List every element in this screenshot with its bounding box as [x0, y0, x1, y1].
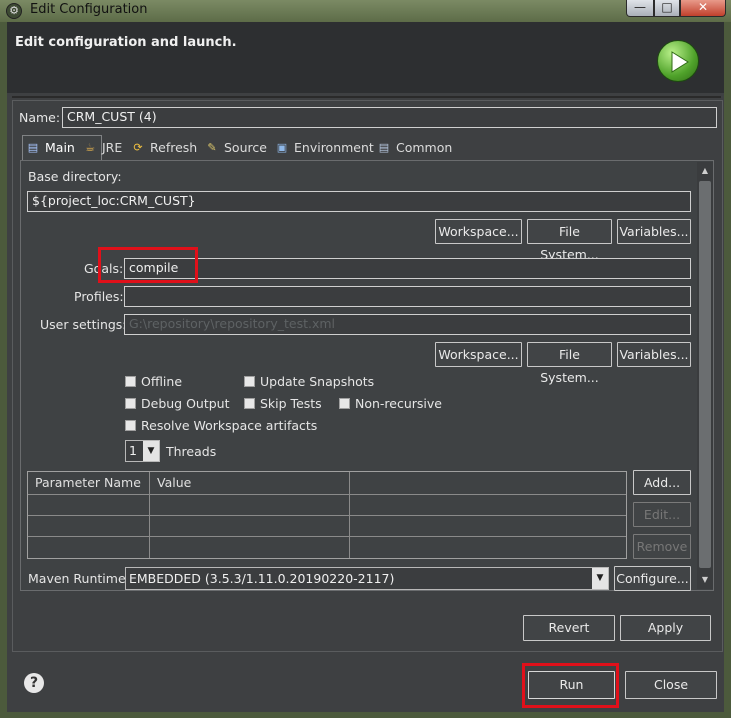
table-cell[interactable]: [150, 537, 350, 558]
table-cell[interactable]: [150, 516, 350, 537]
close-window-button[interactable]: ✕: [680, 0, 726, 17]
tab-label: JRE: [102, 140, 123, 155]
scroll-down-arrow-icon[interactable]: ▼: [699, 573, 711, 587]
name-input[interactable]: CRM_CUST (4): [62, 107, 717, 128]
apply-button[interactable]: Apply: [620, 615, 711, 641]
workspace-button-2[interactable]: Workspace...: [435, 342, 522, 367]
base-directory-input[interactable]: ${project_loc:CRM_CUST}: [27, 191, 691, 212]
table-cell[interactable]: [28, 537, 150, 558]
tab-label: Environment: [294, 140, 374, 155]
window-title: Edit Configuration: [30, 2, 148, 17]
workspace-button[interactable]: Workspace...: [435, 219, 522, 244]
scrollbar-thumb[interactable]: [699, 181, 711, 568]
threads-label: Threads: [166, 444, 217, 459]
edit-parameter-button[interactable]: Edit...: [633, 502, 691, 527]
skip-tests-checkbox[interactable]: [244, 398, 255, 409]
threads-select[interactable]: 1 ▼: [125, 440, 160, 462]
variables-button[interactable]: Variables...: [617, 219, 691, 244]
refresh-tab-icon: ⟳: [133, 141, 143, 154]
name-label: Name:: [19, 110, 61, 125]
column-header-empty: [350, 472, 626, 495]
maven-runtime-label: Maven Runtime:: [28, 571, 130, 586]
threads-value: 1: [129, 443, 137, 458]
tab-strip: ▤ Main ☕ JRE ⟳ Refresh ✎ Source ▣ Enviro…: [20, 135, 720, 160]
table-cell[interactable]: [350, 516, 626, 537]
user-settings-label: User settings:: [40, 317, 127, 332]
table-cell[interactable]: [350, 537, 626, 558]
column-header-parameter-name[interactable]: Parameter Name: [28, 472, 150, 495]
skip-tests-label: Skip Tests: [260, 396, 322, 411]
add-parameter-button[interactable]: Add...: [633, 470, 691, 495]
maven-runtime-select[interactable]: EMBEDDED (3.5.3/1.11.0.20190220-2117) ▼: [125, 567, 609, 590]
profiles-label: Profiles:: [74, 289, 124, 304]
debug-output-checkbox[interactable]: [125, 398, 136, 409]
run-play-icon: [657, 40, 699, 82]
chevron-down-icon[interactable]: ▼: [592, 568, 608, 589]
close-button[interactable]: Close: [625, 671, 717, 699]
maven-runtime-value: EMBEDDED (3.5.3/1.11.0.20190220-2117): [129, 571, 395, 586]
configure-button[interactable]: Configure...: [614, 566, 691, 591]
debug-output-label: Debug Output: [141, 396, 230, 411]
parameters-table[interactable]: Parameter Name Value: [27, 471, 627, 559]
tab-label: Source: [224, 140, 267, 155]
offline-checkbox[interactable]: [125, 376, 136, 387]
tab-environment[interactable]: ▣ Environment: [272, 136, 374, 160]
common-tab-icon: ▤: [378, 141, 390, 154]
update-snapshots-checkbox[interactable]: [244, 376, 255, 387]
environment-tab-icon: ▣: [276, 141, 288, 154]
tab-label: Refresh: [150, 140, 198, 155]
scroll-up-arrow-icon[interactable]: ▲: [699, 164, 711, 178]
file-system-button-2[interactable]: File System...: [527, 342, 612, 385]
column-header-value[interactable]: Value: [150, 472, 350, 495]
remove-parameter-button[interactable]: Remove: [633, 534, 691, 559]
help-icon[interactable]: ?: [24, 673, 44, 693]
table-cell[interactable]: [28, 495, 150, 516]
resolve-workspace-checkbox[interactable]: [125, 420, 136, 431]
maximize-button[interactable]: □: [654, 0, 680, 17]
variables-button-2[interactable]: Variables...: [617, 342, 691, 367]
dialog-header: [7, 22, 724, 93]
revert-button[interactable]: Revert: [523, 615, 615, 641]
goals-input[interactable]: compile: [124, 258, 691, 279]
non-recursive-label: Non-recursive: [355, 396, 442, 411]
non-recursive-checkbox[interactable]: [339, 398, 350, 409]
table-cell[interactable]: [28, 516, 150, 537]
dialog-header-text: Edit configuration and launch.: [15, 35, 237, 50]
user-settings-input[interactable]: G:\repository\repository_test.xml: [124, 314, 691, 335]
jre-tab-icon: ☕: [85, 141, 95, 154]
tab-common[interactable]: ▤ Common: [374, 136, 453, 160]
profiles-input[interactable]: [124, 286, 691, 307]
run-highlight-box: [522, 663, 619, 708]
gear-icon: ⚙: [6, 3, 22, 19]
resolve-workspace-label: Resolve Workspace artifacts: [141, 418, 318, 433]
chevron-down-icon[interactable]: ▼: [143, 441, 159, 461]
tab-label: Main: [45, 140, 75, 155]
tab-source[interactable]: ✎ Source: [202, 136, 267, 160]
tab-label: Common: [396, 140, 453, 155]
goals-highlight-box: [98, 247, 198, 283]
source-tab-icon: ✎: [207, 141, 217, 154]
table-cell[interactable]: [150, 495, 350, 516]
offline-label: Offline: [141, 374, 183, 389]
main-tab-icon: ▤: [27, 141, 39, 154]
file-system-button[interactable]: File System...: [527, 219, 612, 262]
table-cell[interactable]: [350, 495, 626, 516]
header-separator: [12, 96, 721, 98]
minimize-button[interactable]: —: [626, 0, 654, 17]
tab-jre[interactable]: ☕ JRE: [80, 136, 122, 160]
base-directory-label: Base directory:: [28, 169, 122, 184]
tab-refresh[interactable]: ⟳ Refresh: [128, 136, 197, 160]
update-snapshots-label: Update Snapshots: [260, 374, 375, 389]
